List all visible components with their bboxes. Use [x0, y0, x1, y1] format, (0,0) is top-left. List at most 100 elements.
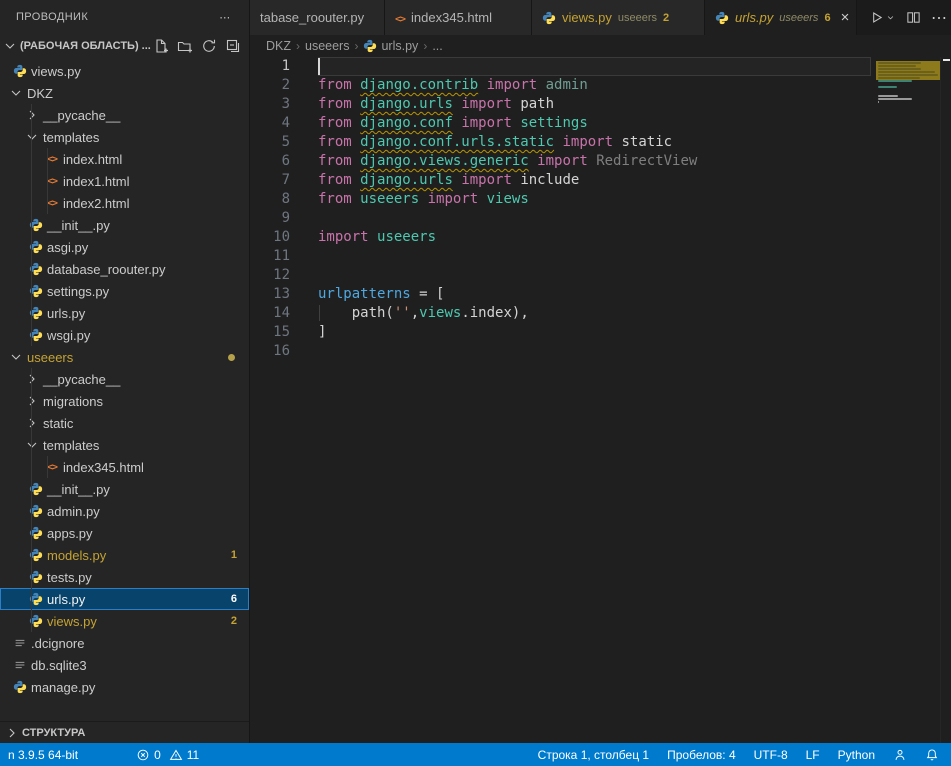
python-interpreter-item[interactable]: n 3.9.5 64-bit: [2, 743, 84, 766]
language-mode-item[interactable]: Python: [832, 743, 881, 766]
line-number[interactable]: 7: [250, 171, 294, 190]
tree-item-useeers[interactable]: useeers: [0, 346, 249, 368]
line-number[interactable]: 10: [250, 228, 294, 247]
indent-guide: [47, 192, 48, 214]
tree-item-index2.html[interactable]: <>index2.html: [0, 192, 249, 214]
encoding-item[interactable]: UTF-8: [748, 743, 794, 766]
tree-item-__init__.py[interactable]: __init__.py: [0, 478, 249, 500]
tree-item-manage.py[interactable]: manage.py: [0, 676, 249, 698]
outline-section-header[interactable]: СТРУКТУРА: [0, 721, 249, 743]
refresh-icon[interactable]: [199, 36, 219, 56]
run-button[interactable]: [869, 10, 896, 25]
tree-item-urls.py[interactable]: urls.py: [0, 302, 249, 324]
feedback-icon[interactable]: [887, 743, 913, 766]
code-line-3: from django.urls import path: [318, 95, 871, 114]
python-icon: [12, 64, 28, 78]
tab-urls.py[interactable]: urls.pyuseeers6×: [705, 0, 857, 35]
new-folder-icon[interactable]: [175, 36, 195, 56]
tab-index345.html[interactable]: <>index345.html: [385, 0, 532, 35]
tree-item-tests.py[interactable]: tests.py: [0, 566, 249, 588]
indent-guide: [47, 170, 48, 192]
tree-item-db.sqlite3[interactable]: db.sqlite3: [0, 654, 249, 676]
tree-item-index1.html[interactable]: <>index1.html: [0, 170, 249, 192]
indent-guide: [31, 456, 32, 478]
tree-item-label: database_roouter.py: [47, 262, 166, 277]
line-number[interactable]: 8: [250, 190, 294, 209]
tree-item-static[interactable]: static: [0, 412, 249, 434]
tree-item-views.py[interactable]: views.py: [0, 60, 249, 82]
tree-item-__init__.py[interactable]: __init__.py: [0, 214, 249, 236]
indent-guide: [31, 412, 32, 434]
line-number[interactable]: 13: [250, 285, 294, 304]
code-token: django.conf.urls.static: [360, 134, 554, 150]
tree-item-__pycache__[interactable]: __pycache__: [0, 104, 249, 126]
tab-folder-description: useeers: [618, 12, 657, 24]
breadcrumb-item-...[interactable]: ...: [432, 39, 442, 53]
code-token: .index),: [461, 305, 528, 321]
tree-item-index.html[interactable]: <>index.html: [0, 148, 249, 170]
tree-item-__pycache__[interactable]: __pycache__: [0, 368, 249, 390]
line-number[interactable]: 6: [250, 152, 294, 171]
tree-item-admin.py[interactable]: admin.py: [0, 500, 249, 522]
line-number[interactable]: 1: [250, 57, 294, 76]
line-number[interactable]: 14: [250, 304, 294, 323]
more-actions-icon[interactable]: ⋯: [931, 8, 947, 28]
outline-label: СТРУКТУРА: [22, 727, 85, 739]
tab-problems-badge: 6: [824, 12, 830, 24]
tree-item-models.py[interactable]: models.py1: [0, 544, 249, 566]
collapse-all-icon[interactable]: [223, 36, 243, 56]
line-number[interactable]: 9: [250, 209, 294, 228]
tree-item-index345.html[interactable]: <>index345.html: [0, 456, 249, 478]
close-icon[interactable]: ×: [841, 10, 850, 25]
tree-item-migrations[interactable]: migrations: [0, 390, 249, 412]
notifications-bell-icon[interactable]: [919, 743, 945, 766]
line-number[interactable]: 3: [250, 95, 294, 114]
code-token: views: [487, 191, 529, 207]
line-number[interactable]: 16: [250, 342, 294, 361]
tab-tabase_roouter.py[interactable]: tabase_roouter.py: [250, 0, 385, 35]
tree-item-apps.py[interactable]: apps.py: [0, 522, 249, 544]
code-editor[interactable]: 12345678910111213141516 from django.cont…: [250, 57, 951, 743]
tree-item-views.py[interactable]: views.py2: [0, 610, 249, 632]
overview-ruler[interactable]: [940, 57, 951, 743]
code-content[interactable]: from django.contrib import adminfrom dja…: [294, 57, 871, 743]
tree-item-wsgi.py[interactable]: wsgi.py: [0, 324, 249, 346]
tree-item-settings.py[interactable]: settings.py: [0, 280, 249, 302]
workspace-section-header[interactable]: (РАБОЧАЯ ОБЛАСТЬ) ...: [0, 34, 249, 58]
indent-guide: [31, 324, 32, 346]
tree-item-urls.py[interactable]: urls.py6: [0, 588, 249, 610]
more-actions-icon[interactable]: ⋯: [215, 7, 235, 27]
minimap[interactable]: [872, 57, 940, 743]
indentation-item[interactable]: Пробелов: 4: [661, 743, 742, 766]
line-number[interactable]: 12: [250, 266, 294, 285]
tree-item-.dcignore[interactable]: .dcignore: [0, 632, 249, 654]
tab-views.py[interactable]: views.pyuseeers2: [532, 0, 705, 35]
breadcrumb-item-useeers[interactable]: useeers: [305, 39, 349, 53]
eol-item[interactable]: LF: [800, 743, 826, 766]
problems-item[interactable]: 0 11: [130, 743, 205, 766]
tree-item-label: DKZ: [27, 86, 53, 101]
line-number[interactable]: 4: [250, 114, 294, 133]
breadcrumb-item-dkz[interactable]: DKZ: [266, 39, 291, 53]
tree-item-label: __init__.py: [47, 482, 110, 497]
line-number[interactable]: 5: [250, 133, 294, 152]
tree-item-dkz[interactable]: DKZ: [0, 82, 249, 104]
split-editor-icon[interactable]: [906, 10, 921, 25]
tree-item-asgi.py[interactable]: asgi.py: [0, 236, 249, 258]
breadcrumb-item-urls.py[interactable]: urls.py: [363, 39, 418, 53]
new-file-icon[interactable]: [151, 36, 171, 56]
explorer-title-row: ПРОВОДНИК ⋯: [0, 0, 249, 34]
code-line-8: from useeers import views: [318, 190, 871, 209]
line-number[interactable]: 2: [250, 76, 294, 95]
workspace-label: (РАБОЧАЯ ОБЛАСТЬ) ...: [20, 40, 151, 52]
code-token: django.urls: [360, 96, 453, 112]
tree-item-templates[interactable]: templates: [0, 126, 249, 148]
indent-guide: [31, 126, 32, 148]
code-line-7: from django.urls import include: [318, 171, 871, 190]
line-number[interactable]: 11: [250, 247, 294, 266]
tree-item-templates[interactable]: templates: [0, 434, 249, 456]
cursor-position-item[interactable]: Строка 1, столбец 1: [532, 743, 655, 766]
line-number[interactable]: 15: [250, 323, 294, 342]
editor-gutter[interactable]: 12345678910111213141516: [250, 57, 294, 743]
tree-item-database_roouter.py[interactable]: database_roouter.py: [0, 258, 249, 280]
